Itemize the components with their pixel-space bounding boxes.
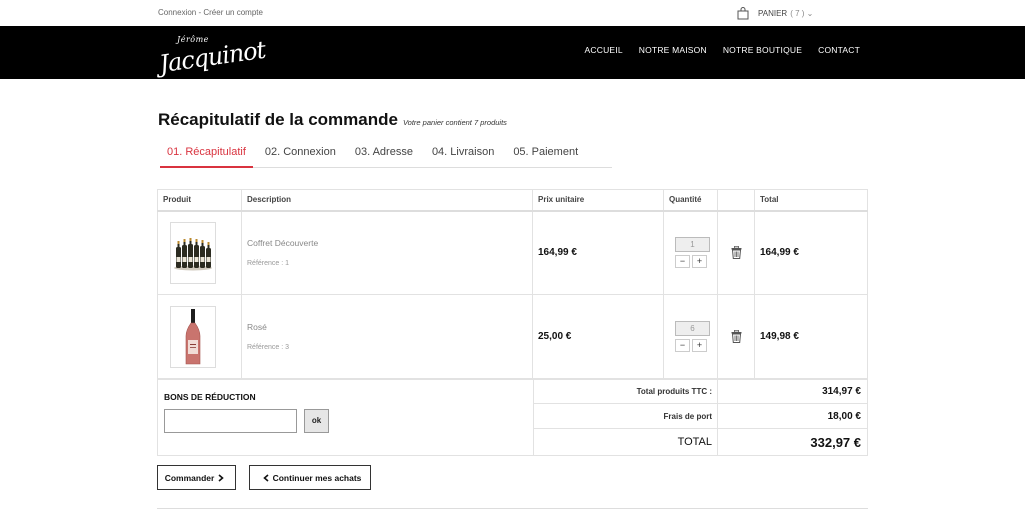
shopping-bag-icon xyxy=(737,6,749,19)
quantity-stepper: 1 − + xyxy=(675,237,712,269)
quantity-input[interactable]: 1 xyxy=(675,237,710,253)
product-reference: Référence : 3 xyxy=(247,344,290,351)
quantity-cell: 6 − + xyxy=(663,294,718,379)
cart-table: Produit Description Prix unitaire Quanti… xyxy=(157,189,868,379)
table-row: Coffret Découverte Référence : 1 164,99 … xyxy=(157,210,868,295)
cart-label: PANIER xyxy=(758,8,788,18)
header-quantite: Quantité xyxy=(663,189,718,212)
page-title: Récapitulatif de la commande xyxy=(158,110,398,129)
line-total: 164,99 € xyxy=(760,247,799,259)
cart-count: ( 7 ) ⌄ xyxy=(790,8,814,18)
voucher-ok-button[interactable]: ok xyxy=(304,409,329,433)
grand-total-label: TOTAL xyxy=(534,429,718,455)
voucher-section: BONS DE RÉDUCTION ok xyxy=(158,380,534,455)
order-button[interactable]: Commander xyxy=(157,465,236,490)
line-total: 149,98 € xyxy=(760,331,799,342)
footer-divider xyxy=(157,508,868,509)
header-description: Description xyxy=(241,189,533,212)
header-prix-unitaire: Prix unitaire xyxy=(532,189,664,212)
login-signup-link[interactable]: Connexion - Créer un compte xyxy=(158,8,263,17)
nav-contact[interactable]: CONTACT xyxy=(818,45,860,55)
product-image-cell xyxy=(157,210,242,295)
main-nav: ACCUEIL NOTRE MAISON NOTRE BOUTIQUE CONT… xyxy=(585,45,860,55)
wine-bottles-image xyxy=(174,237,212,271)
grand-total-value: 332,97 € xyxy=(810,434,861,450)
rose-bottle-image xyxy=(185,308,201,364)
total-products-value: 314,97 € xyxy=(822,386,861,397)
delete-cell xyxy=(717,210,755,295)
checkout-steps: 01. Récapitulatif 02. Connexion 03. Adre… xyxy=(160,140,612,168)
site-logo[interactable]: Jérôme Jacquinot xyxy=(157,32,267,78)
trash-icon[interactable] xyxy=(723,246,749,260)
grand-total-row: TOTAL 332,97 € xyxy=(534,429,867,455)
increase-quantity-button[interactable]: + xyxy=(692,255,707,269)
table-header-row: Produit Description Prix unitaire Quanti… xyxy=(157,189,868,212)
unit-price: 164,99 € xyxy=(538,247,577,259)
increase-quantity-button[interactable]: + xyxy=(692,339,707,352)
site-header: Jérôme Jacquinot ACCUEIL NOTRE MAISON NO… xyxy=(0,26,1025,79)
totals-section: Total produits TTC : 314,97 € Frais de p… xyxy=(534,380,867,455)
product-reference: Référence : 1 xyxy=(247,260,290,268)
product-description-cell: Coffret Découverte Référence : 1 xyxy=(241,210,533,295)
account-links[interactable]: Connexion - Créer un compte xyxy=(158,8,263,17)
nav-notre-maison[interactable]: NOTRE MAISON xyxy=(639,45,707,55)
product-name[interactable]: Coffret Découverte xyxy=(247,238,527,248)
trash-icon[interactable] xyxy=(723,330,749,343)
shipping-row: Frais de port 18,00 € xyxy=(534,404,867,429)
shipping-value: 18,00 € xyxy=(827,410,861,422)
header-total: Total xyxy=(754,189,868,212)
voucher-title: BONS DE RÉDUCTION xyxy=(164,392,256,402)
line-total-cell: 149,98 € xyxy=(754,294,868,379)
step-livraison[interactable]: 04. Livraison xyxy=(425,140,501,168)
product-image-rose[interactable] xyxy=(170,305,216,368)
total-products-label: Total produits TTC : xyxy=(534,380,718,403)
step-connexion[interactable]: 02. Connexion xyxy=(258,140,343,168)
continue-shopping-label: Continuer mes achats xyxy=(272,472,362,483)
unit-price-cell: 25,00 € xyxy=(532,294,664,379)
total-products-row: Total produits TTC : 314,97 € xyxy=(534,380,867,404)
table-row: Rosé Référence : 3 25,00 € 6 − + 149,98 … xyxy=(157,294,868,379)
voucher-input[interactable] xyxy=(164,409,297,433)
chevron-left-icon xyxy=(262,473,269,482)
chevron-right-icon xyxy=(218,473,225,482)
product-name[interactable]: Rosé xyxy=(247,322,527,332)
logo-last-name: Jacquinot xyxy=(157,35,267,79)
cart-summary[interactable]: PANIER ( 7 ) ⌄ xyxy=(737,5,813,21)
unit-price-cell: 164,99 € xyxy=(532,210,664,295)
top-bar: Connexion - Créer un compte PANIER ( 7 )… xyxy=(0,0,1025,26)
shipping-label: Frais de port xyxy=(534,404,718,428)
header-delete xyxy=(717,189,755,212)
product-image-cell xyxy=(157,294,242,379)
order-button-label: Commander xyxy=(164,472,215,483)
step-paiement[interactable]: 05. Paiement xyxy=(506,140,585,168)
nav-notre-boutique[interactable]: NOTRE BOUTIQUE xyxy=(723,45,802,55)
unit-price: 25,00 € xyxy=(538,331,572,342)
header-produit: Produit xyxy=(157,189,242,212)
cart-count-summary: Votre panier contient 7 produits xyxy=(402,118,507,127)
logo-first-name: Jérôme xyxy=(177,35,209,44)
nav-accueil[interactable]: ACCUEIL xyxy=(585,45,623,55)
step-recapitulatif[interactable]: 01. Récapitulatif xyxy=(160,140,253,168)
decrease-quantity-button[interactable]: − xyxy=(675,255,690,269)
quantity-stepper: 6 − + xyxy=(675,321,712,352)
delete-cell xyxy=(717,294,755,379)
cart-footer: BONS DE RÉDUCTION ok Total produits TTC … xyxy=(157,379,868,456)
continue-shopping-button[interactable]: Continuer mes achats xyxy=(249,465,371,490)
step-adresse[interactable]: 03. Adresse xyxy=(348,140,420,168)
quantity-input[interactable]: 6 xyxy=(675,321,710,336)
quantity-cell: 1 − + xyxy=(663,210,718,295)
page-title-block: Récapitulatif de la commande Votre panie… xyxy=(158,110,507,130)
decrease-quantity-button[interactable]: − xyxy=(675,339,690,352)
line-total-cell: 164,99 € xyxy=(754,210,868,295)
product-image-coffret[interactable] xyxy=(170,221,216,284)
product-description-cell: Rosé Référence : 3 xyxy=(241,294,533,379)
